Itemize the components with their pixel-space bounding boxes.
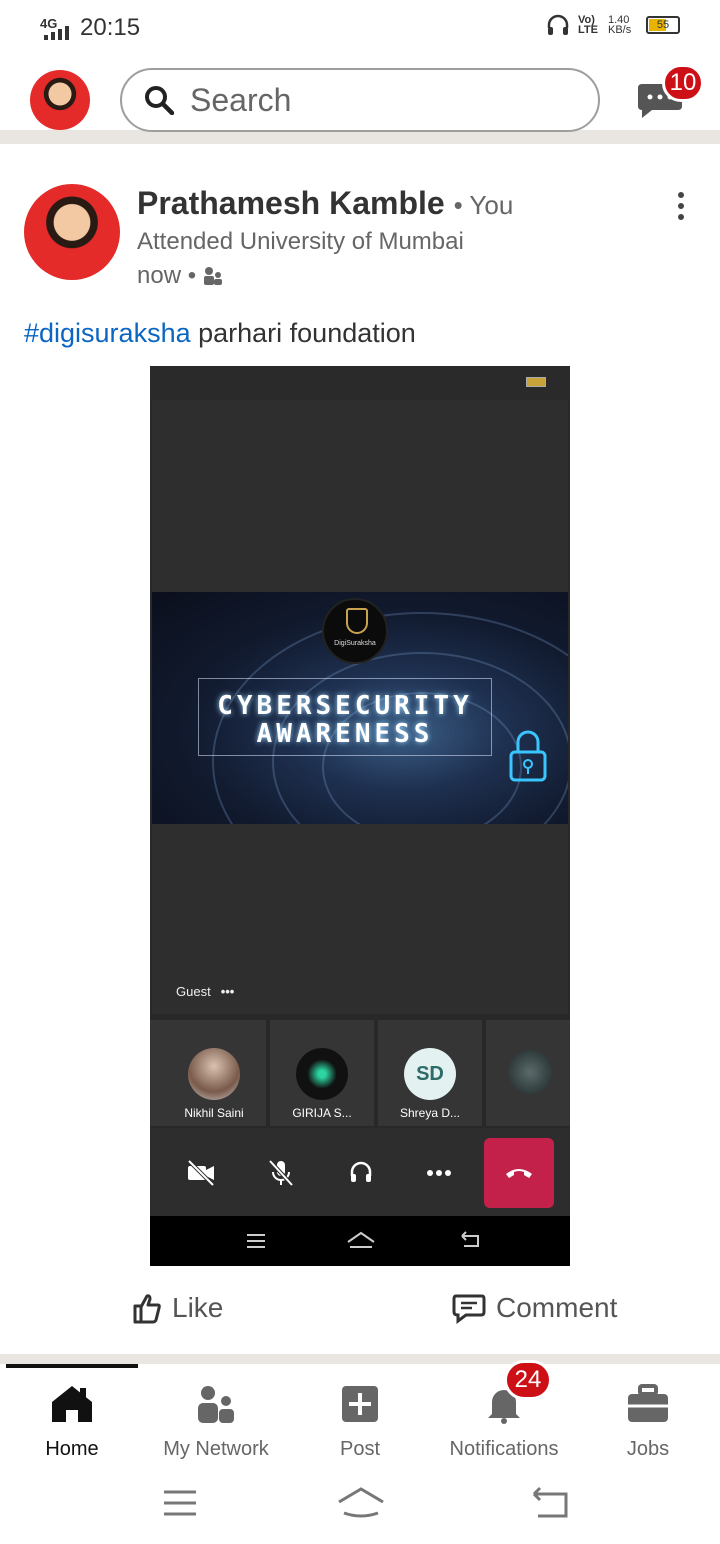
digisuraksha-logo: DigiSuraksha [322, 598, 388, 664]
battery-icon: 55 [646, 16, 680, 34]
banner-title-line2: AWARENESS [256, 719, 434, 749]
post-image[interactable]: DigiSuraksha CYBERSECURITY AWARENESS Gue… [150, 366, 570, 1266]
nav-post[interactable]: Post [288, 1384, 432, 1461]
nav-my-network-label: My Network [163, 1438, 269, 1460]
volte-indicator: Vo) LTE [578, 14, 598, 36]
like-button[interactable]: Like [132, 1292, 223, 1324]
add-post-icon [342, 1386, 378, 1422]
participant-avatar [508, 1050, 552, 1094]
active-tab-indicator [6, 1364, 138, 1368]
comment-label: Comment [496, 1292, 618, 1323]
participant-initials: SD [404, 1048, 456, 1100]
embedded-status-bar [150, 366, 570, 400]
hang-up-icon [506, 1169, 532, 1178]
end-call-button[interactable] [484, 1138, 554, 1208]
profile-avatar[interactable] [30, 70, 90, 130]
participant-tile [486, 1020, 570, 1126]
participant-tile: GIRIJA S... [270, 1020, 374, 1126]
messaging-button[interactable]: 10 [636, 64, 704, 125]
post-actions: Like Comment [0, 1280, 720, 1344]
nav-notifications[interactable]: 24 Notifications [432, 1360, 576, 1461]
guest-label: Guest ••• [176, 984, 235, 999]
nav-notifications-label: Notifications [449, 1438, 559, 1460]
banner-title-box: CYBERSECURITY AWARENESS [198, 678, 492, 756]
author-headline: Attended University of Mumbai [137, 228, 464, 255]
participant-avatar [296, 1048, 348, 1100]
comment-icon [452, 1294, 486, 1324]
author-suffix: • You [453, 190, 514, 220]
audio-device-icon[interactable] [346, 1158, 376, 1188]
search-placeholder: Search [190, 81, 292, 118]
participant-avatar [188, 1048, 240, 1100]
people-icon [198, 1386, 234, 1423]
author-name[interactable]: Prathamesh Kamble • You [137, 185, 513, 222]
participant-name: Nikhil Saini [184, 1106, 244, 1120]
lock-icon [509, 730, 547, 782]
like-label: Like [172, 1292, 224, 1323]
call-controls [150, 1128, 570, 1216]
headphones-icon [547, 14, 569, 35]
embedded-menu-icon [247, 1234, 265, 1248]
system-home-icon[interactable] [336, 1486, 386, 1520]
embedded-nav-bar [150, 1216, 570, 1266]
system-nav-bar [0, 1464, 720, 1544]
briefcase-icon [628, 1384, 668, 1422]
participant-name: GIRIJA S... [292, 1106, 352, 1120]
clock: 20:15 [80, 14, 141, 41]
data-speed: 1.40 KB/s [608, 14, 632, 36]
top-bar: Search 10 [0, 60, 720, 144]
participant-tile [150, 1020, 162, 1126]
nav-post-label: Post [339, 1438, 381, 1460]
embedded-battery-icon [526, 377, 546, 387]
nav-home-label: Home [45, 1438, 99, 1460]
nav-jobs[interactable]: Jobs [576, 1384, 720, 1461]
feed-divider [0, 1354, 720, 1364]
embedded-back-icon [461, 1231, 479, 1247]
post-text: #digisuraksha parhari foundation [24, 318, 416, 348]
guest-more-icon: ••• [220, 984, 235, 999]
thumbs-up-icon [133, 1294, 161, 1324]
comment-button[interactable]: Comment [452, 1292, 617, 1324]
banner-title-line1: CYBERSECURITY [217, 691, 473, 721]
messages-badge: 10 [662, 64, 704, 102]
bottom-nav: Home My Network Post 24 Notifications Jo… [0, 1360, 720, 1464]
participant-tile: Nikhil Saini [162, 1020, 266, 1126]
status-bar: 4G 20:15 Vo) LTE 1.40 KB/s 55 [0, 0, 720, 58]
signal-icon [44, 26, 69, 40]
video-stage-top [152, 400, 568, 592]
author-avatar[interactable] [24, 184, 120, 280]
nav-home[interactable]: Home [0, 1384, 144, 1461]
more-options-icon[interactable] [676, 192, 686, 225]
nav-my-network[interactable]: My Network [144, 1384, 288, 1461]
nav-jobs-label: Jobs [626, 1438, 670, 1460]
connections-visibility-icon [204, 267, 223, 285]
participant-name: Shreya D... [399, 1106, 461, 1120]
search-icon [145, 86, 174, 115]
presentation-banner: DigiSuraksha CYBERSECURITY AWARENESS [152, 592, 568, 824]
camera-off-icon[interactable] [186, 1158, 216, 1188]
home-icon [52, 1386, 92, 1422]
more-call-options-icon[interactable] [424, 1158, 454, 1188]
hashtag-link[interactable]: #digisuraksha [24, 318, 191, 348]
system-back-icon[interactable] [530, 1486, 570, 1520]
post-time: now • [137, 262, 224, 290]
participant-strip: Nikhil Saini GIRIJA S... SD Shreya D... [150, 1020, 570, 1126]
recent-apps-icon[interactable] [162, 1488, 198, 1518]
mic-off-icon[interactable] [266, 1158, 296, 1188]
search-input[interactable]: Search [120, 68, 600, 132]
embedded-home-icon [347, 1231, 375, 1248]
notifications-badge: 24 [504, 1360, 552, 1400]
participant-tile: SD Shreya D... [378, 1020, 482, 1126]
